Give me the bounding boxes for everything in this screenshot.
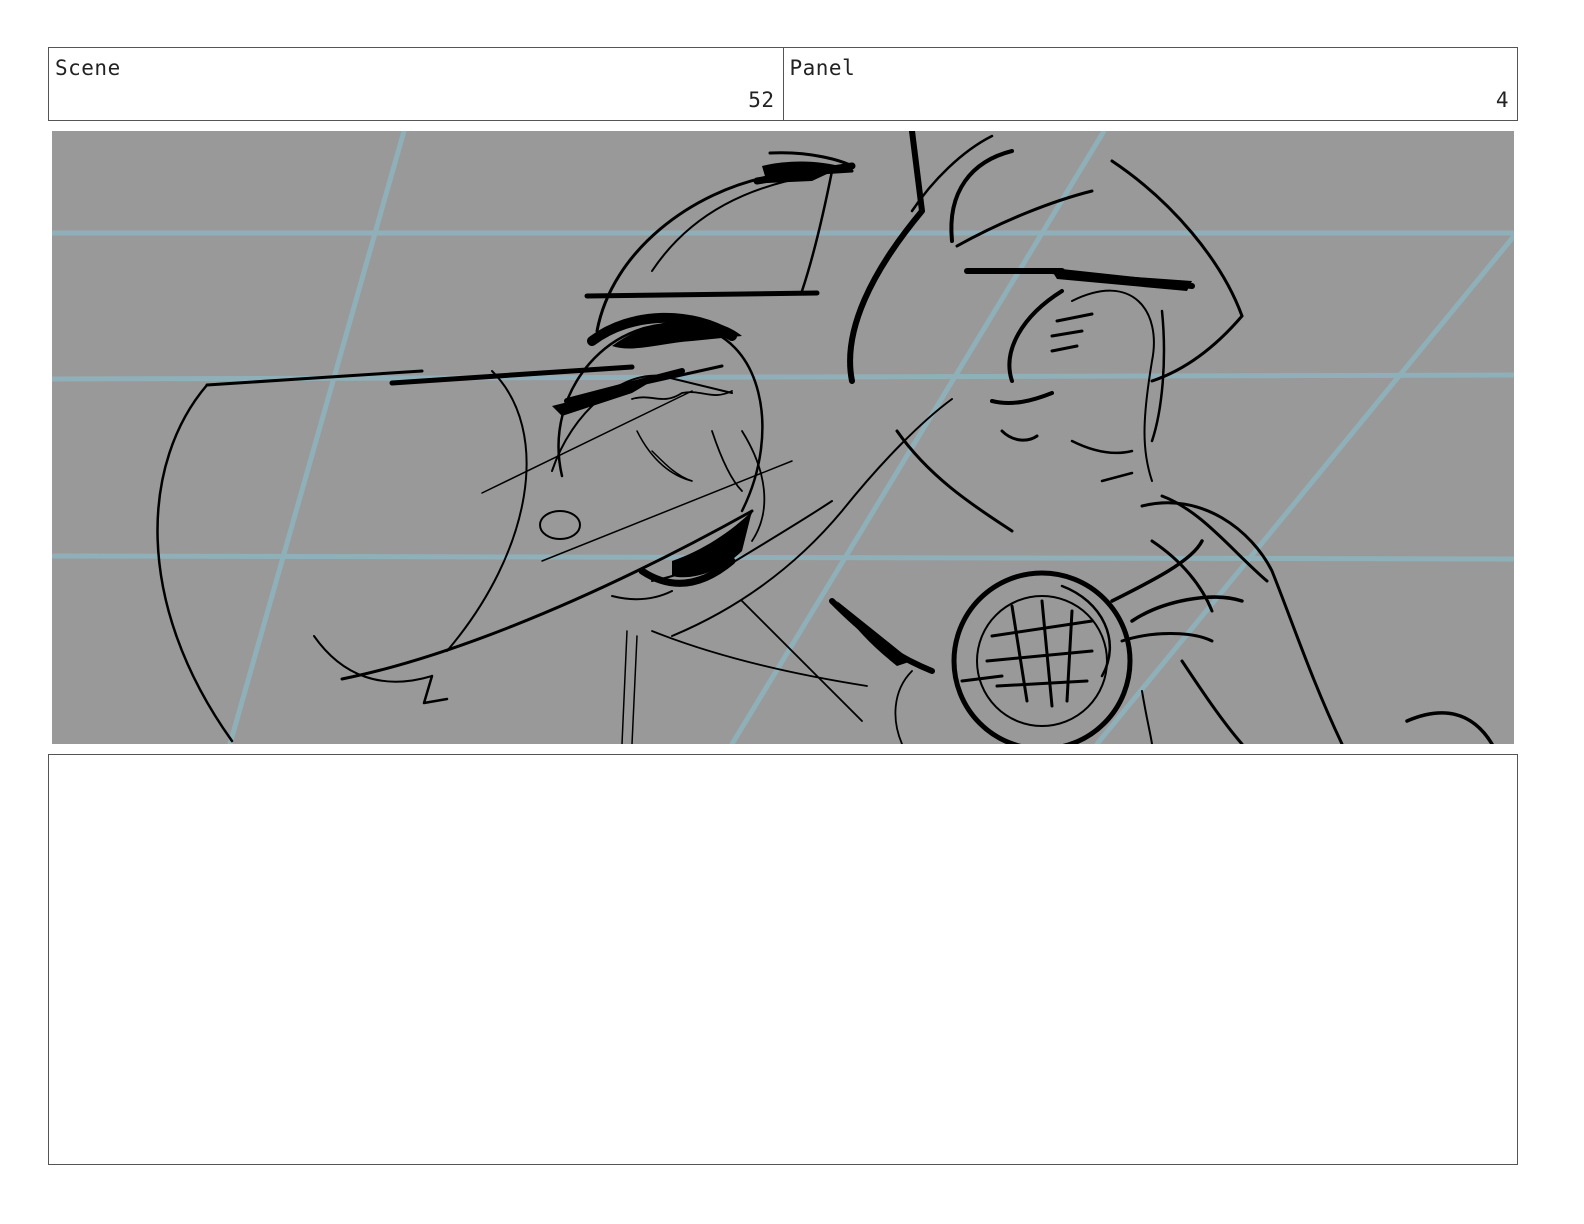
storyboard-frame xyxy=(52,131,1514,744)
scene-label: Scene xyxy=(55,56,121,80)
panel-label: Panel xyxy=(789,56,856,80)
panel-cell: Panel 4 xyxy=(782,48,1518,120)
perspective-guide-lines xyxy=(52,131,1514,744)
scene-panel-header: Scene 52 Panel 4 xyxy=(48,47,1518,121)
sketch-drawing xyxy=(52,131,1514,744)
notes-area xyxy=(48,754,1518,1165)
scene-cell: Scene 52 xyxy=(49,48,783,120)
scene-number: 52 xyxy=(748,88,775,112)
sketch-lines xyxy=(156,131,1494,744)
panel-number: 4 xyxy=(1495,88,1509,112)
